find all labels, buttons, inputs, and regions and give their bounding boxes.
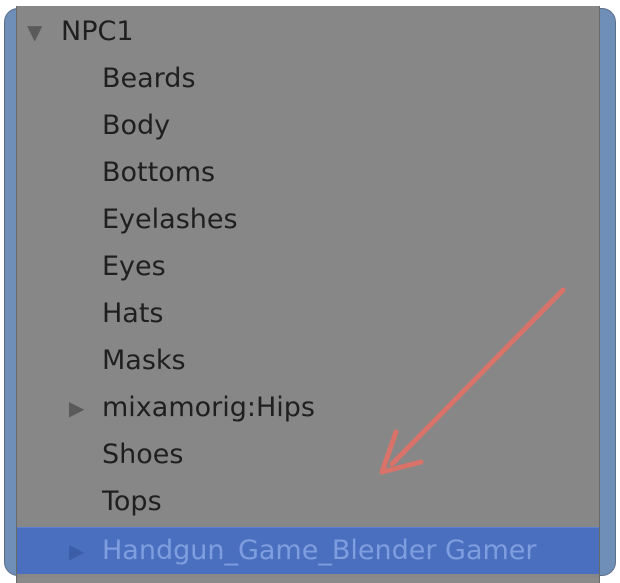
tree-item-label: Body bbox=[102, 110, 171, 141]
tree-item-label: Hats bbox=[102, 298, 164, 329]
tree-item-shoes[interactable]: Shoes bbox=[17, 433, 599, 477]
tree-item-label: Handgun_Game_Blender Gamer bbox=[102, 535, 537, 566]
tree-item-masks[interactable]: Masks bbox=[17, 339, 599, 383]
tree-item-npc1[interactable]: ▼ NPC1 bbox=[17, 10, 599, 54]
tree-item-bottoms[interactable]: Bottoms bbox=[17, 151, 599, 195]
tree-item-label: NPC1 bbox=[61, 16, 134, 47]
tree-item-mixamorig-hips[interactable]: ▶ mixamorig:Hips bbox=[17, 386, 599, 430]
disclosure-triangle-down-icon[interactable]: ▼ bbox=[27, 10, 42, 54]
hierarchy-tree-panel: ▼ NPC1 Beards Body Bottoms Eyelashes Eye… bbox=[16, 6, 600, 583]
tree-item-beards[interactable]: Beards bbox=[17, 57, 599, 101]
tree-item-label: Eyes bbox=[102, 251, 166, 282]
hierarchy-window: ▼ NPC1 Beards Body Bottoms Eyelashes Eye… bbox=[0, 0, 620, 583]
tree-item-tops[interactable]: Tops bbox=[17, 480, 599, 524]
tree-item-body[interactable]: Body bbox=[17, 104, 599, 148]
tree-item-label: Bottoms bbox=[102, 157, 216, 188]
disclosure-triangle-right-icon[interactable]: ▶ bbox=[69, 386, 84, 430]
disclosure-triangle-right-icon[interactable]: ▶ bbox=[69, 528, 84, 574]
tree-item-eyes[interactable]: Eyes bbox=[17, 245, 599, 289]
tree-item-label: Eyelashes bbox=[102, 204, 238, 235]
tree-item-eyelashes[interactable]: Eyelashes bbox=[17, 198, 599, 242]
tree-item-label: Tops bbox=[102, 486, 162, 517]
panel-bottom-edge bbox=[17, 577, 599, 583]
tree-item-label: mixamorig:Hips bbox=[102, 392, 315, 423]
tree-item-label: Beards bbox=[102, 63, 196, 94]
tree-item-hats[interactable]: Hats bbox=[17, 292, 599, 336]
tree-item-handgun-game-blender-gamer[interactable]: ▶ Handgun_Game_Blender Gamer bbox=[17, 527, 599, 574]
tree-item-label: Masks bbox=[102, 345, 186, 376]
tree-item-label: Shoes bbox=[102, 439, 184, 470]
